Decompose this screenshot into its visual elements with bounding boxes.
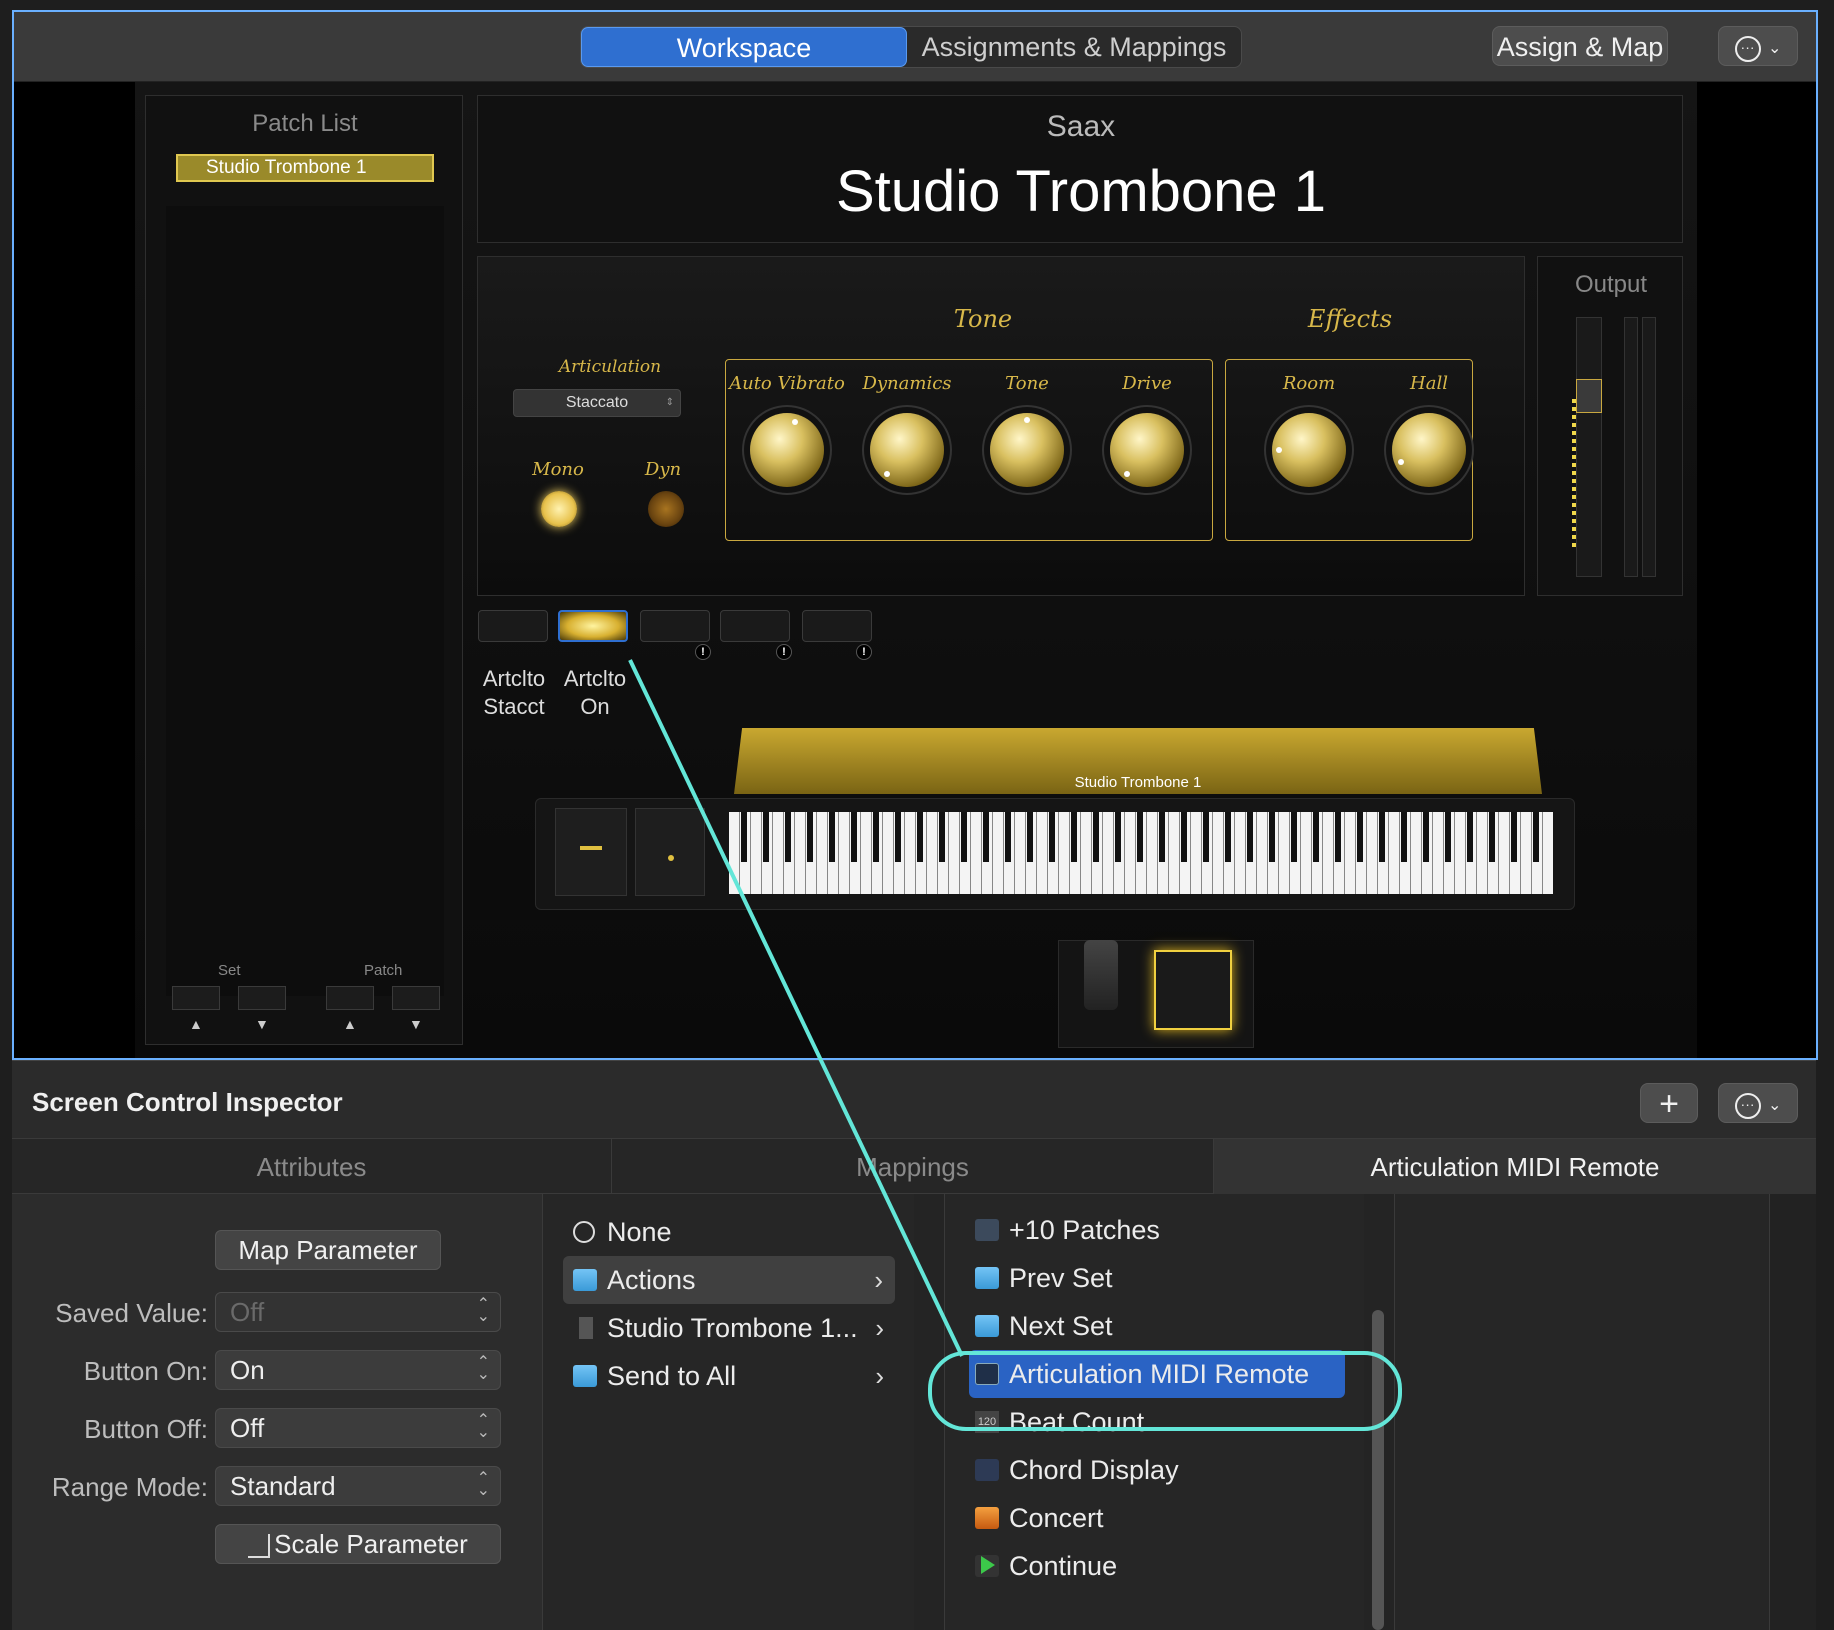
annotation-overlay <box>628 659 1402 1431</box>
annotation-line <box>628 659 964 1357</box>
annotation-highlight-ring <box>928 1351 1402 1431</box>
